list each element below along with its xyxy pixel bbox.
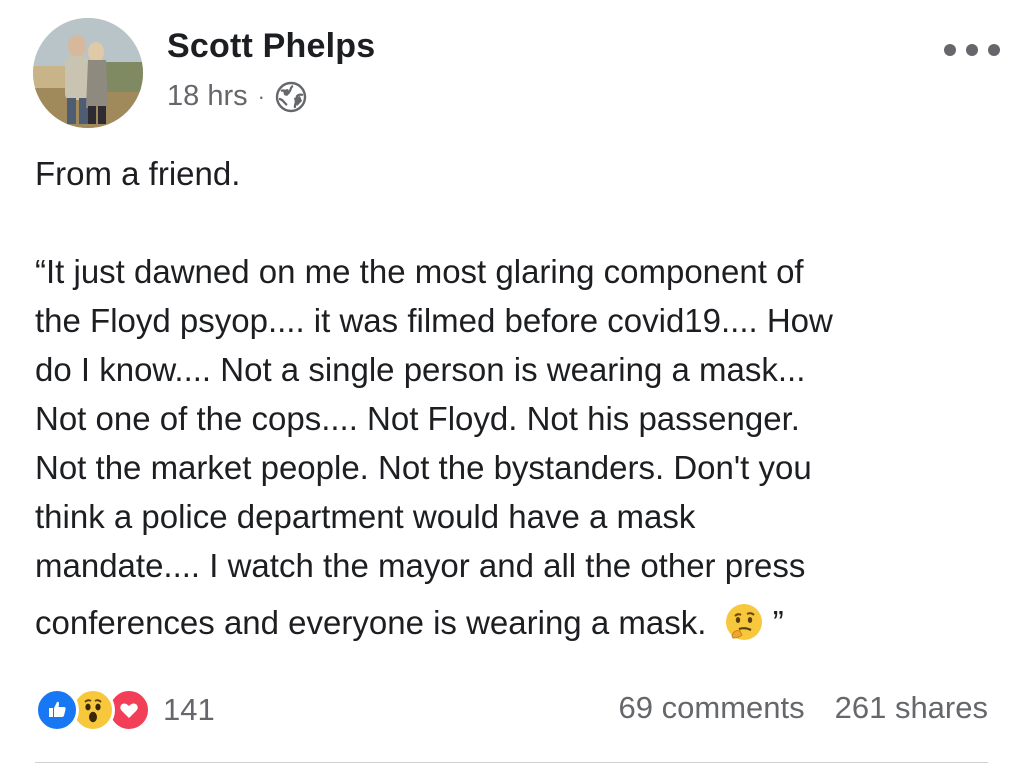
author-name[interactable]: Scott Phelps bbox=[167, 27, 375, 66]
thinking-face-emoji bbox=[724, 602, 764, 642]
more-dot bbox=[988, 44, 1000, 56]
footer-divider bbox=[35, 762, 988, 763]
post-body: From a friend. “It just dawned on me the… bbox=[35, 149, 1005, 647]
reactions-summary[interactable]: 141 bbox=[35, 688, 215, 732]
quote-line: think a police department would have a m… bbox=[35, 498, 696, 535]
closing-quote: ” bbox=[772, 604, 784, 641]
reaction-count: 141 bbox=[163, 692, 215, 727]
post-stats: 69 comments 261 shares bbox=[619, 690, 988, 726]
facebook-post: Scott Phelps 18 hrs · From a friend. “It… bbox=[0, 0, 1024, 772]
shares-count[interactable]: 261 shares bbox=[835, 690, 988, 726]
quote-line: “It just dawned on me the most glaring c… bbox=[35, 253, 804, 290]
post-timestamp[interactable]: 18 hrs bbox=[167, 80, 248, 113]
post-intro: From a friend. bbox=[35, 155, 241, 192]
quote-line: Not one of the cops.... Not Floyd. Not h… bbox=[35, 400, 800, 437]
comments-count[interactable]: 69 comments bbox=[619, 690, 805, 726]
post-meta: 18 hrs · bbox=[167, 80, 307, 113]
more-dot bbox=[966, 44, 978, 56]
avatar-photo-icon bbox=[33, 18, 143, 128]
author-avatar[interactable] bbox=[33, 18, 143, 128]
more-options-icon[interactable] bbox=[944, 40, 1000, 60]
quote-last-text: conferences and everyone is wearing a ma… bbox=[35, 604, 707, 641]
quote-line: Not the market people. Not the bystander… bbox=[35, 449, 812, 486]
globe-icon[interactable] bbox=[275, 81, 307, 113]
more-dot bbox=[944, 44, 956, 56]
post-quote: “It just dawned on me the most glaring c… bbox=[35, 247, 1005, 647]
meta-separator: · bbox=[257, 83, 265, 109]
quote-line: do I know.... Not a single person is wea… bbox=[35, 351, 806, 388]
quote-line-last: conferences and everyone is wearing a ma… bbox=[35, 598, 1005, 647]
quote-line: mandate.... I watch the mayor and all th… bbox=[35, 547, 806, 584]
quote-line: the Floyd psyop.... it was filmed before… bbox=[35, 302, 833, 339]
like-icon bbox=[35, 688, 79, 732]
